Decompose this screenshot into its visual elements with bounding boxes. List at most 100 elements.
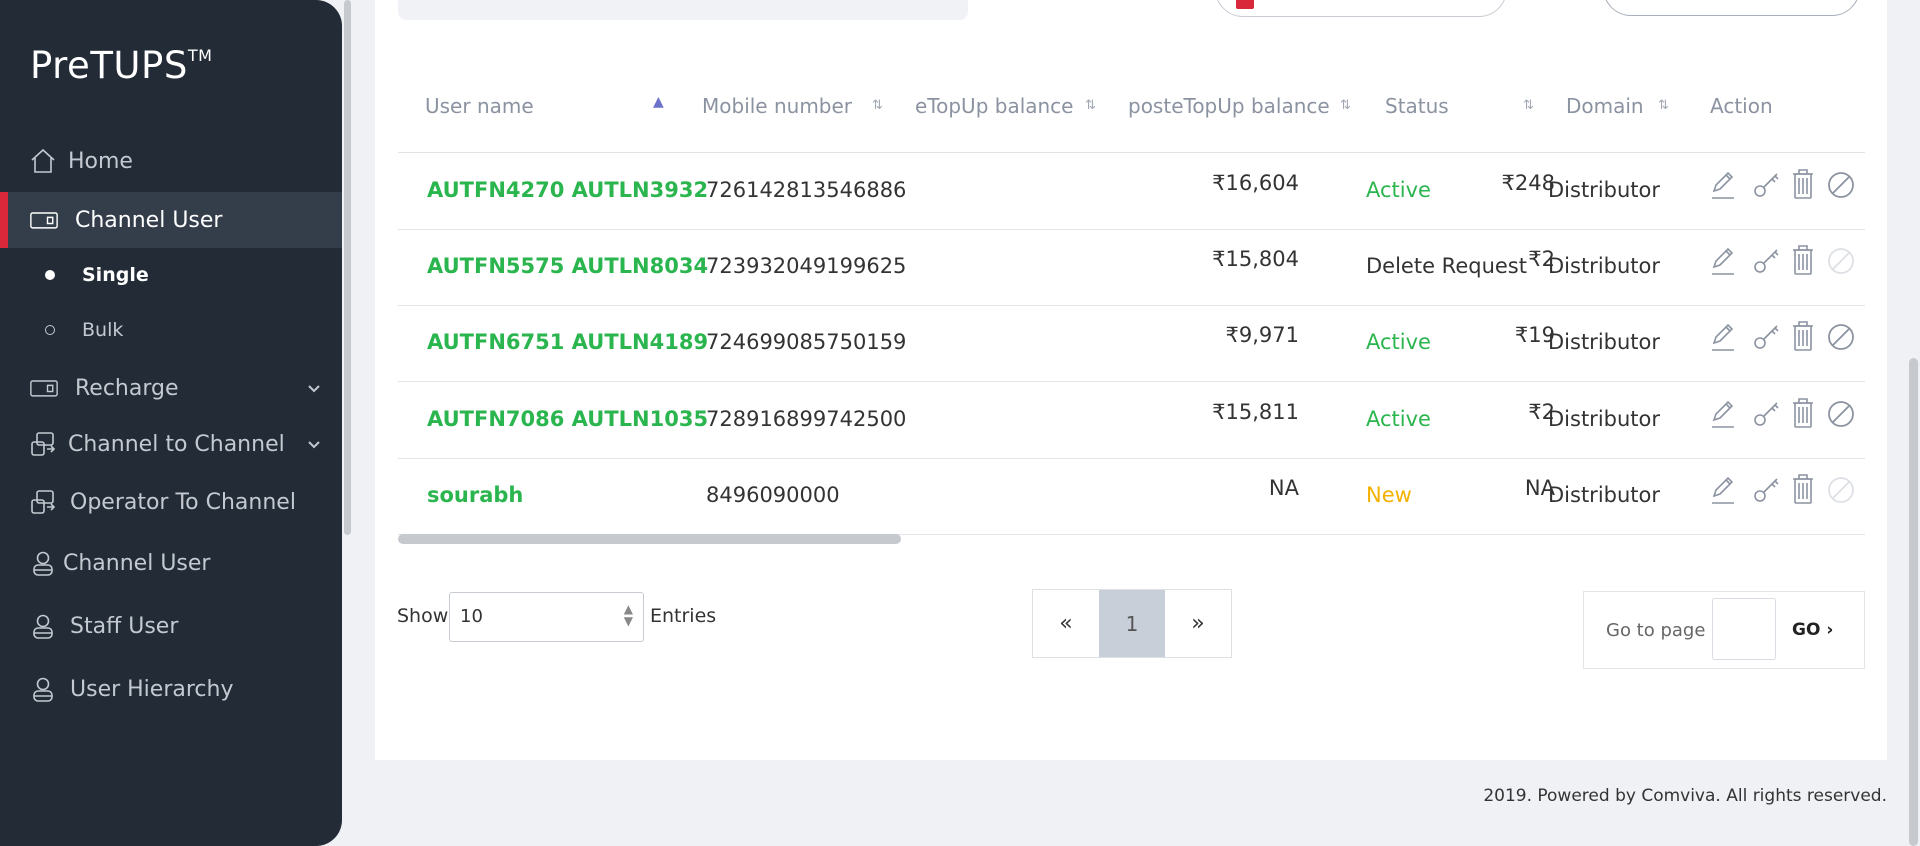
delete-icon[interactable] [1788,319,1820,353]
key-icon[interactable] [1752,169,1784,203]
go-button[interactable]: GO › [1792,620,1833,640]
action-pill-button[interactable] [1603,0,1860,16]
next-page-button[interactable]: » [1165,590,1231,657]
suspend-icon[interactable] [1826,169,1858,203]
sidebar-item-channel-to-channel[interactable]: Channel to Channel [0,416,342,472]
flag-icon [1236,0,1254,9]
header-mobile-number[interactable]: Mobile number [702,94,852,118]
domain: Distributor [1548,483,1661,507]
sidebar-subitem-bulk[interactable]: Bulk [0,308,342,352]
status-badge: Active [1366,407,1431,431]
mobile-number: 8496090000 [706,483,840,507]
bullet-icon [45,325,55,335]
sort-icon[interactable]: ⇅ [1523,98,1534,113]
pagination: « 1 » [1032,589,1232,658]
sidebar-scrollbar-thumb[interactable] [344,0,351,535]
sort-icon[interactable]: ⇅ [1085,98,1096,113]
page-1-button[interactable]: 1 [1099,590,1165,657]
user-icon [29,675,57,703]
sort-icon[interactable]: ⇅ [872,98,883,113]
filter-pill-button[interactable] [1215,0,1507,17]
edit-icon[interactable] [1708,474,1740,508]
user-name-link[interactable]: AUTFN7086 AUTLN1035 [427,407,708,431]
user-name-link[interactable]: AUTFN4270 AUTLN3932 [427,178,708,202]
key-icon[interactable] [1752,245,1784,279]
key-icon[interactable] [1752,474,1784,508]
header-action: Action [1710,94,1773,118]
edit-icon[interactable] [1708,245,1740,279]
suspend-icon [1826,474,1858,508]
suspend-icon[interactable] [1826,398,1858,432]
delete-icon[interactable] [1788,396,1820,430]
go-to-page-input[interactable] [1712,598,1776,660]
edit-icon[interactable] [1708,321,1740,355]
app-logo[interactable]: PreTUPSTM [30,44,212,87]
chevron-down-icon [306,378,322,403]
entries-value: 10 [460,606,483,627]
sidebar-item-label: User Hierarchy [70,676,234,702]
etopup-balance: NA [1268,476,1299,500]
user-name-link[interactable]: sourabh [427,483,523,507]
sort-asc-icon[interactable]: ▲ [653,94,664,110]
search-input[interactable] [398,0,968,20]
header-postetopup-balance[interactable]: posteTopUp balance [1128,94,1330,118]
status-badge: Delete Request [1366,254,1527,278]
sidebar-subitem-single[interactable]: Single [0,253,342,297]
sidebar-item-staff-user[interactable]: Staff User [0,598,342,654]
table-row: AUTFN5575 AUTLN8034 723932049199625 ₹15,80… [398,229,1865,306]
key-icon[interactable] [1752,398,1784,432]
mobile-number: 726142813546886 [706,178,907,202]
mobile-number: 728916899742500 [706,407,907,431]
sidebar-item-recharge[interactable]: Recharge [0,360,342,416]
transfer-icon [29,488,57,516]
sidebar-item-user-hierarchy[interactable]: User Hierarchy [0,661,342,717]
row-actions [1708,398,1868,434]
transfer-icon [29,430,57,458]
domain: Distributor [1548,254,1661,278]
spinner-icon[interactable]: ▲ ▼ [624,603,633,627]
row-actions [1708,169,1868,205]
table-header: User name ▲ Mobile number ⇅ eTopUp balan… [398,72,1865,153]
user-name-link[interactable]: AUTFN5575 AUTLN8034 [427,254,708,278]
sidebar-item-channel-user-2[interactable]: Channel User [0,535,342,591]
etopup-balance: ₹16,604 [1212,171,1299,195]
header-status[interactable]: Status [1385,94,1449,118]
sidebar-item-channel-user[interactable]: Channel User [0,192,342,248]
card-icon [30,374,58,402]
go-to-page-label: Go to page [1606,620,1706,641]
table-row: AUTFN7086 AUTLN1035 728916899742500 ₹15,81… [398,382,1865,459]
key-icon[interactable] [1752,321,1784,355]
entries-label: Entries [650,605,717,627]
copyright-text: 2019. Powered by Comviva. All rights res… [1483,786,1887,806]
sidebar-subitem-label: Bulk [82,319,124,341]
sidebar-item-label: Recharge [75,375,179,401]
chevron-down-icon [306,434,322,459]
edit-icon[interactable] [1708,169,1740,203]
entries-select[interactable]: 10 ▲ ▼ [449,592,644,642]
sort-icon[interactable]: ⇅ [1340,98,1351,113]
go-to-page: Go to page GO › [1583,591,1865,669]
suspend-icon[interactable] [1826,321,1858,355]
row-actions [1708,474,1868,510]
header-domain[interactable]: Domain [1566,94,1644,118]
sort-icon[interactable]: ⇅ [1658,98,1669,113]
header-etopup-balance[interactable]: eTopUp balance [915,94,1074,118]
sidebar-item-operator-to-channel[interactable]: Operator To Channel [0,474,342,530]
sidebar-item-home[interactable]: Home [0,133,342,189]
page-scrollbar-thumb[interactable] [1909,358,1918,846]
status-badge: Active [1366,178,1431,202]
user-name-link[interactable]: AUTFN6751 AUTLN4189 [427,330,708,354]
prev-page-button[interactable]: « [1033,590,1099,657]
table-horizontal-scrollbar[interactable] [398,534,901,544]
header-user-name[interactable]: User name [425,94,534,118]
domain: Distributor [1548,407,1661,431]
bullet-icon [45,270,55,280]
delete-icon[interactable] [1788,472,1820,506]
domain: Distributor [1548,178,1661,202]
sidebar: PreTUPSTM Home Channel User Single Bulk … [0,0,342,846]
show-label: Show [397,605,449,627]
edit-icon[interactable] [1708,398,1740,432]
delete-icon[interactable] [1788,243,1820,277]
delete-icon[interactable] [1788,167,1820,201]
sidebar-item-label: Channel User [75,207,223,233]
